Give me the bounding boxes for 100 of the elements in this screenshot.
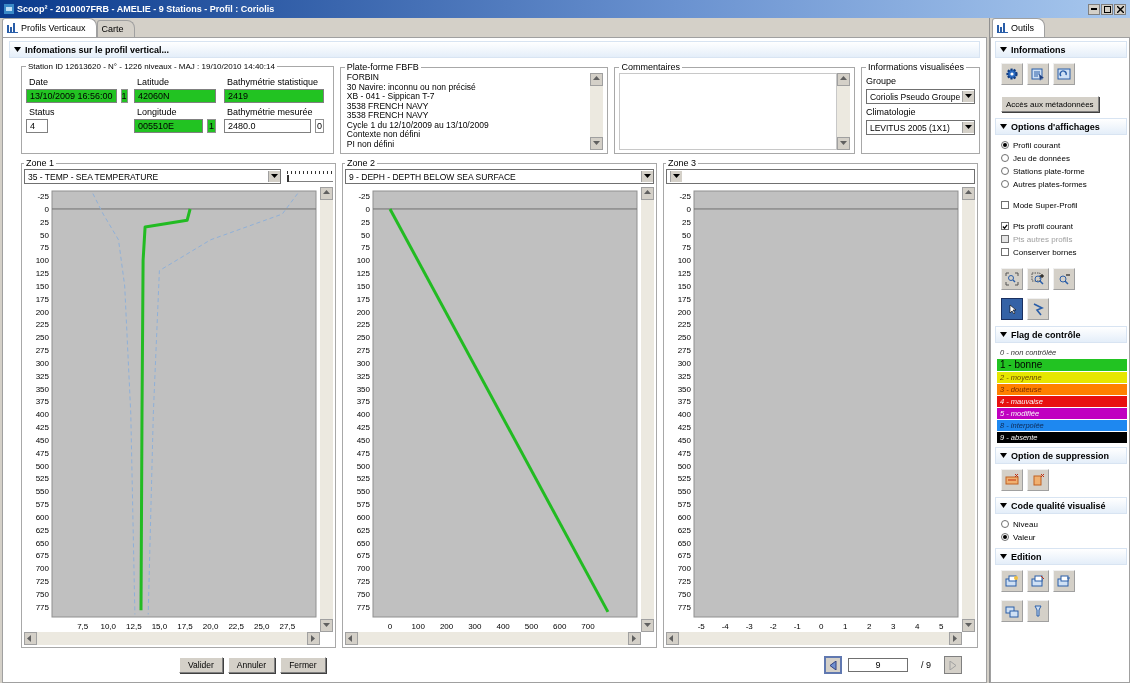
scroll-down-button[interactable] (962, 619, 975, 632)
horizontal-scrollbar[interactable] (345, 632, 641, 645)
dropdown[interactable]: 35 - TEMP - SEA TEMPERATURE (24, 169, 281, 184)
y-tick-label: 425 (677, 423, 691, 433)
platform-info-line: 3538 FRENCH NAVY (346, 101, 430, 111)
minimize-button[interactable] (1088, 3, 1100, 15)
scroll-down-button[interactable] (641, 619, 654, 632)
scroll-up-button[interactable] (320, 187, 333, 200)
text-field[interactable]: 2480.0 (224, 119, 311, 133)
section-header[interactable]: Code qualité visualisé (995, 497, 1127, 514)
text-field[interactable]: 42060N (134, 89, 216, 103)
x-tick-label: 600 (553, 622, 567, 631)
y-tick-label: 675 (356, 551, 370, 561)
dialog-button[interactable]: Annuler (227, 657, 276, 673)
scroll-left-button[interactable] (345, 632, 358, 645)
zone-title: Zone 2 (346, 158, 377, 168)
y-tick-label: 125 (35, 269, 49, 279)
edit-icon (1031, 574, 1045, 588)
x-tick-label: 4 (914, 622, 920, 631)
tab[interactable]: Outils (992, 18, 1045, 37)
scroll-up-button[interactable] (962, 187, 975, 200)
y-tick-label: 125 (677, 269, 691, 279)
radio-button[interactable] (1001, 167, 1009, 175)
horizontal-scrollbar[interactable] (666, 632, 962, 645)
arrow-down-icon (322, 621, 331, 630)
caret-icon (965, 94, 973, 99)
restore-button[interactable] (1101, 3, 1113, 15)
dropdown[interactable]: LEVITUS 2005 (1X1) (865, 120, 975, 135)
arrow-right-icon (630, 634, 639, 643)
section-header[interactable]: Infomations sur le profil vertical... (9, 41, 980, 58)
checkbox[interactable] (1001, 248, 1009, 256)
y-tick-label: 525 (35, 474, 49, 484)
scroll-up-button[interactable] (590, 73, 604, 86)
close-icon (1116, 5, 1124, 13)
y-tick-label: 575 (35, 500, 49, 510)
y-tick-label: 50 (40, 230, 49, 240)
dropdown[interactable]: 9 - DEPH - DEPTH BELOW SEA SURFACE (345, 169, 654, 184)
tab[interactable]: Profils Verticaux (2, 18, 97, 37)
y-tick-label: 200 (356, 307, 370, 317)
comment-field[interactable] (619, 73, 837, 150)
metadata-button[interactable]: Accès aux métadonnées (1001, 96, 1099, 112)
vertical-scrollbar[interactable] (320, 187, 333, 632)
x-tick-label: 100 (411, 622, 425, 631)
radio-button[interactable] (1001, 154, 1009, 162)
previous-button[interactable] (824, 656, 842, 674)
scroll-left-button[interactable] (666, 632, 679, 645)
checkbox[interactable] (1001, 201, 1009, 209)
platform-info-line: Cycle 1 du 12/10/2009 au 13/10/2009 (346, 120, 490, 130)
platform-info-line: PI non défini (346, 139, 396, 149)
arrow-right-icon (309, 634, 318, 643)
horizontal-scrollbar[interactable] (24, 632, 320, 645)
text-field[interactable]: 13/10/2009 16:56:00 (26, 89, 117, 103)
y-tick-label: 200 (677, 307, 691, 317)
section-header[interactable]: Informations (995, 41, 1127, 58)
x-tick-label: 200 (439, 622, 454, 631)
text-field[interactable]: 2419 (224, 89, 324, 103)
vertical-scrollbar[interactable] (962, 187, 975, 632)
vertical-scrollbar[interactable] (641, 187, 654, 632)
dialog-button[interactable]: Valider (179, 657, 223, 673)
scroll-right-button[interactable] (628, 632, 641, 645)
scroll-up-button[interactable] (641, 187, 654, 200)
y-tick-label: 475 (356, 448, 370, 458)
page-field[interactable]: 9 (848, 658, 908, 672)
close-button[interactable] (1114, 3, 1126, 15)
section-header[interactable]: Option de suppression (995, 447, 1127, 464)
slider[interactable] (287, 171, 333, 182)
radio-button[interactable] (1001, 180, 1009, 188)
y-tick-label: 100 (35, 256, 49, 266)
checkbox[interactable] (1001, 222, 1009, 230)
radio-button[interactable] (1001, 141, 1009, 149)
text-field[interactable]: 4 (26, 119, 48, 133)
scroll-left-button[interactable] (24, 632, 37, 645)
dialog-button[interactable]: Fermer (280, 657, 326, 673)
section-header[interactable]: Edition (995, 548, 1127, 565)
radio-button[interactable] (1001, 520, 1009, 528)
x-tick-label: 0 (818, 622, 824, 631)
section-header[interactable]: Options d'affichages (995, 118, 1127, 135)
y-tick-label: 225 (35, 320, 49, 330)
text-field[interactable]: 005510E (134, 119, 203, 133)
y-tick-label: 275 (677, 346, 691, 356)
y-tick-label: 625 (677, 525, 691, 535)
section-header[interactable]: Flag de contrôle (995, 326, 1127, 343)
y-tick-label: 50 (361, 230, 370, 240)
y-tick-label: 450 (35, 435, 49, 445)
field-label: Status (29, 107, 56, 117)
dropdown[interactable] (666, 169, 975, 184)
x-tick-label: 1 (842, 622, 848, 631)
dropdown[interactable]: Coriolis Pseudo Groupe (865, 89, 975, 104)
scroll-right-button[interactable] (949, 632, 962, 645)
zone-title: Zone 3 (667, 158, 698, 168)
tab[interactable]: Carte (96, 20, 135, 37)
x-tick-label: 5 (938, 622, 944, 631)
scroll-right-button[interactable] (307, 632, 320, 645)
radio-button[interactable] (1001, 533, 1009, 541)
tool-button[interactable] (1001, 298, 1023, 320)
y-tick-label: 500 (35, 461, 49, 471)
scroll-down-button[interactable] (590, 137, 604, 150)
group-title: Commentaires (620, 62, 681, 72)
scroll-down-button[interactable] (320, 619, 333, 632)
vertical-scrollbar[interactable] (590, 73, 604, 150)
